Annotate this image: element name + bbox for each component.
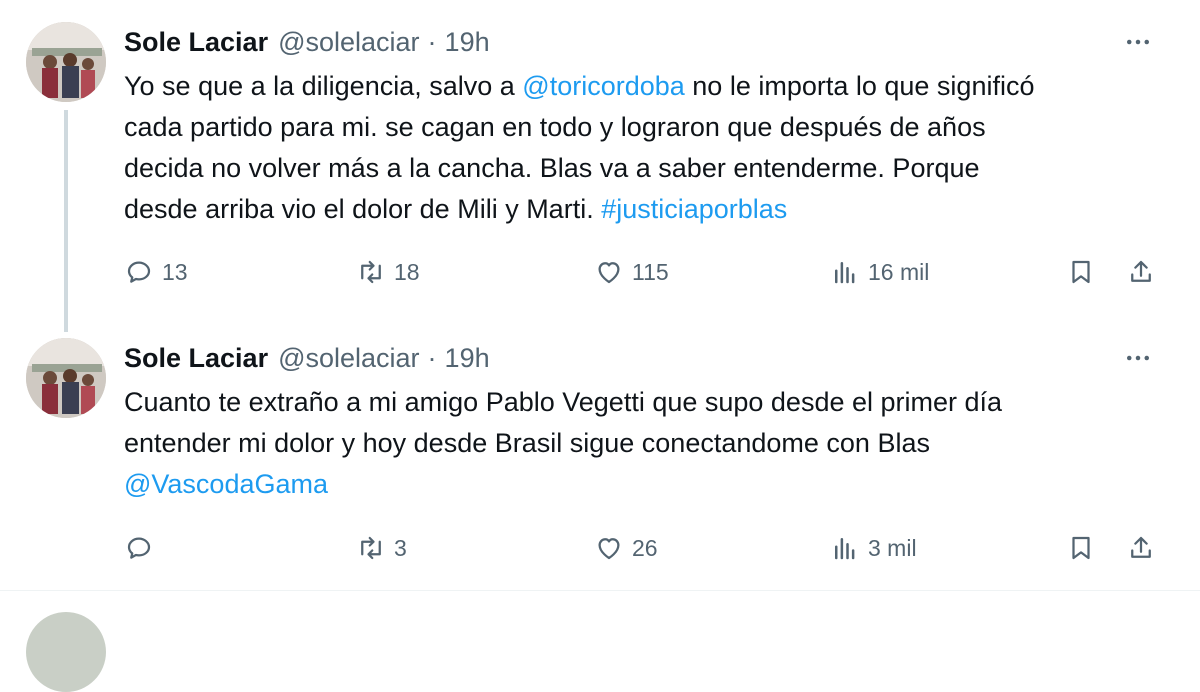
views-count: 16 mil	[868, 258, 930, 285]
tweet-actions: 3 26 3 mil	[0, 528, 1200, 568]
more-horizontal-icon	[1127, 355, 1149, 361]
tweet-header: Sole Laciar @solelaciar · 19h	[124, 338, 490, 378]
reply-button[interactable]: 13	[124, 252, 188, 292]
tweet-text-line: @VascodaGama	[124, 464, 1164, 505]
like-count: 115	[632, 258, 669, 285]
hashtag-link[interactable]: #justiciaporblas	[601, 194, 787, 224]
views-count: 3 mil	[868, 534, 917, 561]
views-button[interactable]: 16 mil	[830, 252, 929, 292]
tweet-text: Cuanto te extraño a mi amigo Pablo Veget…	[124, 382, 1164, 505]
display-name[interactable]: Sole Laciar	[124, 343, 268, 374]
like-count: 26	[632, 534, 658, 561]
avatar-photo	[26, 338, 106, 418]
retweet-icon	[361, 536, 381, 560]
bookmark-icon	[1072, 260, 1090, 284]
retweet-count: 3	[394, 534, 407, 561]
retweet-icon	[361, 260, 381, 284]
more-options-button[interactable]	[1118, 338, 1158, 378]
bookmark-button[interactable]	[1066, 528, 1096, 568]
display-name[interactable]: Sole Laciar	[124, 27, 268, 58]
avatar[interactable]	[26, 338, 106, 418]
share-button[interactable]	[1126, 528, 1156, 568]
more-horizontal-icon	[1127, 39, 1149, 45]
views-button[interactable]: 3 mil	[830, 528, 917, 568]
tweet-text-segment: desde arriba vio el dolor de Mili y Mart…	[124, 194, 602, 224]
tweet-text-line: Cuanto te extraño a mi amigo Pablo Veget…	[124, 387, 1003, 417]
tweet-text-segment: Yo se que a la diligencia, salvo a	[124, 71, 523, 101]
more-options-button[interactable]	[1118, 22, 1158, 62]
thread-line	[64, 110, 68, 332]
tweet-text-line: cada partido para mi. se cagan en todo y…	[124, 112, 986, 142]
tweet-text-line: desde arriba vio el dolor de Mili y Mart…	[124, 189, 1164, 230]
tweet-text-line: decida no volver más a la cancha. Blas v…	[124, 153, 980, 183]
timestamp[interactable]: 19h	[445, 343, 490, 374]
separator-dot: ·	[427, 342, 437, 373]
like-button[interactable]: 26	[594, 528, 658, 568]
mention-link[interactable]: @toricordoba	[522, 71, 685, 101]
share-button[interactable]	[1126, 252, 1156, 292]
tweet-text: Yo se que a la diligencia, salvo a @tori…	[124, 66, 1164, 230]
share-icon	[1131, 536, 1151, 558]
heart-icon	[598, 538, 620, 560]
separator-dot: ·	[427, 26, 437, 57]
tweet-text-line: entender mi dolor y hoy desde Brasil sig…	[124, 428, 930, 458]
timestamp[interactable]: 19h	[445, 27, 490, 58]
user-handle[interactable]: @solelaciar	[278, 27, 419, 58]
reply-icon	[127, 537, 151, 559]
mention-link[interactable]: @VascodaGama	[124, 469, 328, 499]
like-button[interactable]: 115	[594, 252, 669, 292]
reply-icon	[127, 261, 151, 283]
next-tweet-avatar[interactable]	[26, 612, 106, 692]
tweet-text-segment: no le importa lo que significó	[684, 71, 1035, 101]
user-handle[interactable]: @solelaciar	[278, 343, 419, 374]
tweet[interactable]: Sole Laciar @solelaciar · 19h Yo se que …	[0, 0, 1200, 332]
retweet-button[interactable]: 3	[356, 528, 407, 568]
avatar-photo	[26, 22, 106, 102]
share-icon	[1131, 260, 1151, 282]
tweet-separator	[0, 590, 1200, 591]
retweet-button[interactable]: 18	[356, 252, 420, 292]
tweet[interactable]: Sole Laciar @solelaciar · 19h Cuanto te …	[0, 322, 1200, 590]
bookmark-icon	[1072, 536, 1090, 560]
avatar[interactable]	[26, 22, 106, 102]
tweet-text-line: Yo se que a la diligencia, salvo a @tori…	[124, 66, 1164, 107]
views-icon	[835, 262, 855, 284]
heart-icon	[598, 262, 620, 284]
views-icon	[835, 538, 855, 560]
tweet-header: Sole Laciar @solelaciar · 19h	[124, 22, 490, 62]
reply-button[interactable]	[124, 528, 162, 568]
reply-count: 13	[162, 258, 188, 285]
bookmark-button[interactable]	[1066, 252, 1096, 292]
tweet-actions: 13 18 115 16 mil	[0, 252, 1200, 292]
retweet-count: 18	[394, 258, 420, 285]
